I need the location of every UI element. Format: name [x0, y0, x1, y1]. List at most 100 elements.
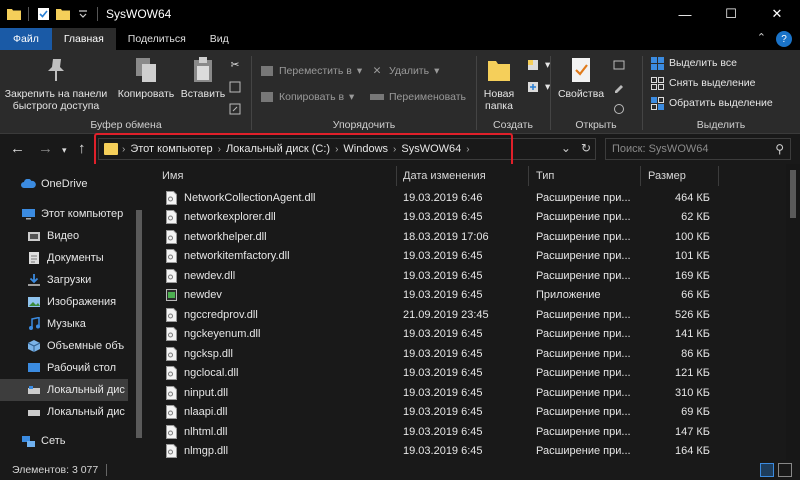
- new-item-icon: [526, 58, 540, 72]
- refresh-icon[interactable]: ↻: [581, 141, 591, 155]
- edit-button[interactable]: [612, 80, 626, 94]
- copy-to-button[interactable]: Копировать в ▾: [260, 90, 354, 104]
- invert-selection-button[interactable]: Обратить выделение: [650, 96, 773, 110]
- folder-icon: [6, 6, 22, 22]
- nav-item-onedrive[interactable]: OneDrive: [0, 173, 128, 195]
- easy-access-button[interactable]: ▾: [526, 80, 550, 94]
- column-separator[interactable]: [640, 166, 641, 186]
- file-row[interactable]: ngckeyenum.dll 19.03.2019 6:45 Расширение …: [144, 325, 800, 345]
- forward-arrow-icon[interactable]: →: [38, 140, 53, 157]
- dll-file-icon: [166, 424, 177, 439]
- column-header-size[interactable]: Размер: [648, 164, 718, 188]
- select-group-label: Выделить: [696, 119, 746, 131]
- item-count: Элементов: 3 077: [12, 464, 99, 476]
- select-all-button[interactable]: Выделить все: [650, 56, 737, 70]
- collapse-ribbon-icon[interactable]: ⌃: [757, 31, 766, 47]
- nav-item-network[interactable]: Сеть: [0, 430, 128, 452]
- nav-item-this-pc[interactable]: Этот компьютер: [0, 203, 128, 225]
- move-to-button[interactable]: Переместить в ▾: [260, 64, 362, 78]
- navigation-pane-scrollbar[interactable]: [136, 164, 142, 460]
- create-group-label: Создать: [493, 119, 533, 131]
- delete-button[interactable]: ✕ Удалить ▾: [370, 64, 440, 78]
- column-header-name[interactable]: Имя: [162, 164, 392, 188]
- up-arrow-icon[interactable]: ↑: [78, 140, 86, 157]
- file-name-cell: networkexplorer.dll: [166, 208, 394, 228]
- cut-button[interactable]: ✂: [228, 58, 242, 72]
- file-row[interactable]: ngclocal.dll 19.03.2019 6:45 Расширение пр…: [144, 364, 800, 384]
- file-row[interactable]: ngcksp.dll 19.03.2019 6:45 Расширение при.…: [144, 344, 800, 364]
- new-folder-button[interactable]: Новая папка: [478, 54, 520, 112]
- open-button[interactable]: [612, 58, 626, 72]
- column-separator[interactable]: [718, 166, 719, 186]
- new-folder-icon[interactable]: [55, 6, 71, 22]
- nav-item-pictures[interactable]: Изображения: [0, 291, 128, 313]
- tab-view[interactable]: Вид: [198, 28, 241, 50]
- paste-button[interactable]: Вставить: [180, 54, 226, 100]
- column-separator[interactable]: [396, 166, 397, 186]
- column-header-type[interactable]: Тип: [536, 164, 636, 188]
- tab-share[interactable]: Поделиться: [116, 28, 198, 50]
- properties-check-icon[interactable]: [35, 6, 51, 22]
- file-row[interactable]: nlhtml.dll 19.03.2019 6:45 Расширение при.…: [144, 422, 800, 442]
- nav-item-label: Локальный дис: [47, 384, 125, 396]
- tab-file[interactable]: Файл: [0, 28, 52, 50]
- file-row[interactable]: newdev.dll 19.03.2019 6:45 Расширение при.…: [144, 266, 800, 286]
- maximize-button[interactable]: ☐: [708, 0, 754, 28]
- file-row[interactable]: networkitemfactory.dll 19.03.2019 6:45 Рас…: [144, 247, 800, 267]
- column-separator[interactable]: [528, 166, 529, 186]
- file-name: ninput.dll: [184, 386, 229, 399]
- tab-home[interactable]: Главная: [51, 28, 116, 50]
- close-button[interactable]: ✕: [754, 0, 800, 28]
- help-icon[interactable]: ?: [776, 31, 792, 47]
- recent-locations-icon[interactable]: ▾: [62, 145, 67, 156]
- file-date: 21.09.2019 23:45: [403, 308, 489, 321]
- annotation-highlight-box: [94, 133, 513, 168]
- file-row[interactable]: NetworkCollectionAgent.dll 19.03.2019 6:4…: [144, 188, 800, 208]
- properties-button[interactable]: Свойства: [556, 54, 606, 100]
- cloud-icon: [20, 177, 36, 191]
- file-name-cell: ngckeyenum.dll: [166, 325, 394, 345]
- paste-shortcut-button[interactable]: [228, 102, 242, 116]
- nav-item-video[interactable]: Видео: [0, 225, 128, 247]
- file-row[interactable]: networkhelper.dll 18.03.2019 17:06 Расшире…: [144, 227, 800, 247]
- minimize-button[interactable]: —: [662, 0, 708, 28]
- file-row[interactable]: ninput.dll 19.03.2019 6:45 Расширение при.…: [144, 383, 800, 403]
- file-type: Расширение при...: [536, 406, 631, 419]
- chevron-down-icon[interactable]: ⌄: [561, 141, 571, 155]
- nav-item-music[interactable]: Музыка: [0, 313, 128, 335]
- file-row[interactable]: nlaapi.dll 19.03.2019 6:45 Расширение при.…: [144, 403, 800, 423]
- select-none-button[interactable]: Снять выделение: [650, 76, 755, 90]
- file-row[interactable]: nlmgp.dll 19.03.2019 6:45 Расширение при..…: [144, 442, 800, 462]
- scrollbar-thumb[interactable]: [136, 210, 142, 438]
- column-header-date[interactable]: Дата изменения: [403, 164, 527, 188]
- search-input[interactable]: Поиск: SysWOW64 ⚲: [605, 138, 791, 160]
- search-icon[interactable]: ⚲: [775, 142, 784, 156]
- nav-item-label: Документы: [47, 252, 104, 264]
- file-date: 19.03.2019 6:45: [403, 269, 483, 282]
- history-button[interactable]: [612, 102, 626, 116]
- rename-button[interactable]: Переименовать: [370, 90, 466, 104]
- file-row[interactable]: newdev 19.03.2019 6:45 Приложение 66 КБ: [144, 286, 800, 306]
- details-view-icon[interactable]: [760, 463, 774, 477]
- dll-file-icon: [166, 385, 177, 400]
- file-size: 101 КБ: [674, 250, 710, 263]
- nav-item-local-disk-d[interactable]: Локальный дис: [0, 401, 128, 423]
- file-type: Расширение при...: [536, 386, 631, 399]
- scrollbar-thumb[interactable]: [790, 170, 796, 218]
- copy-button[interactable]: Копировать: [116, 54, 176, 100]
- copy-path-button[interactable]: [228, 80, 242, 94]
- nav-item-desktop[interactable]: Рабочий стол: [0, 357, 128, 379]
- file-row[interactable]: ngccredprov.dll 21.09.2019 23:45 Расширени…: [144, 305, 800, 325]
- customize-dropdown-icon[interactable]: [75, 6, 91, 22]
- large-icons-view-icon[interactable]: [778, 463, 792, 477]
- nav-item-3d-objects[interactable]: Объемные объ: [0, 335, 128, 357]
- nav-item-label: Загрузки: [47, 274, 92, 286]
- nav-item-documents[interactable]: Документы: [0, 247, 128, 269]
- file-list-scrollbar[interactable]: [786, 164, 800, 460]
- nav-item-downloads[interactable]: Загрузки: [0, 269, 128, 291]
- back-arrow-icon[interactable]: ←: [10, 140, 25, 157]
- nav-item-local-disk-c[interactable]: Локальный дис: [0, 379, 128, 401]
- new-item-button[interactable]: ▾: [526, 58, 550, 72]
- pin-to-quick-access-button[interactable]: Закрепить на панели быстрого доступа: [4, 54, 108, 112]
- file-row[interactable]: networkexplorer.dll 19.03.2019 6:45 Расшир…: [144, 208, 800, 228]
